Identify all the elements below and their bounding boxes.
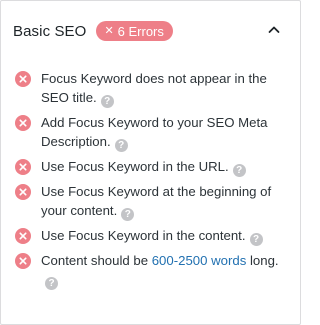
word-count-link[interactable]: 600-2500 words xyxy=(152,253,247,268)
item-label: Use Focus Keyword in the URL. xyxy=(41,159,229,174)
x-icon: ✕ xyxy=(104,24,114,37)
check-list: Focus Keyword does not appear in the SEO… xyxy=(1,69,300,295)
help-icon[interactable]: ? xyxy=(249,233,263,246)
error-icon xyxy=(15,253,31,269)
help-icon[interactable]: ? xyxy=(100,95,114,108)
list-item: Add Focus Keyword to your SEO Meta Descr… xyxy=(1,113,300,152)
item-text: Content should be 600-2500 words long.? xyxy=(41,251,286,290)
item-label: Use Focus Keyword in the content. xyxy=(41,228,246,243)
error-icon xyxy=(15,159,31,175)
error-icon xyxy=(15,71,31,87)
item-text: Use Focus Keyword in the content.? xyxy=(41,226,286,246)
basic-seo-panel: Basic SEO ✕ 6 Errors Focus Keyword does … xyxy=(0,0,301,325)
item-text: Add Focus Keyword to your SEO Meta Descr… xyxy=(41,113,286,152)
list-item: Use Focus Keyword at the beginning of yo… xyxy=(1,182,300,221)
error-icon xyxy=(15,184,31,200)
item-label: Focus Keyword does not appear in the SEO… xyxy=(41,71,267,105)
error-icon xyxy=(15,228,31,244)
item-label: Add Focus Keyword to your SEO Meta Descr… xyxy=(41,115,268,149)
error-icon xyxy=(15,115,31,131)
item-text: Focus Keyword does not appear in the SEO… xyxy=(41,69,286,108)
list-item: Use Focus Keyword in the content.? xyxy=(1,226,300,246)
chevron-up-icon[interactable] xyxy=(264,20,284,40)
panel-header[interactable]: Basic SEO ✕ 6 Errors xyxy=(1,1,300,61)
list-item: Content should be 600-2500 words long.? xyxy=(1,251,300,290)
error-count-label: 6 Errors xyxy=(117,23,164,39)
section-title: Basic SEO xyxy=(13,22,87,40)
item-label: Use Focus Keyword at the beginning of yo… xyxy=(41,184,272,218)
item-text: Use Focus Keyword in the URL.? xyxy=(41,157,286,177)
item-label-before: Content should be xyxy=(41,253,149,268)
error-count-badge: ✕ 6 Errors xyxy=(96,21,173,41)
help-icon[interactable]: ? xyxy=(45,277,58,290)
help-icon[interactable]: ? xyxy=(114,139,128,152)
help-icon[interactable]: ? xyxy=(232,164,246,177)
help-icon[interactable]: ? xyxy=(121,208,135,221)
item-text: Use Focus Keyword at the beginning of yo… xyxy=(41,182,286,221)
list-item: Use Focus Keyword in the URL.? xyxy=(1,157,300,177)
list-item: Focus Keyword does not appear in the SEO… xyxy=(1,69,300,108)
item-label-after: long. xyxy=(249,253,279,268)
